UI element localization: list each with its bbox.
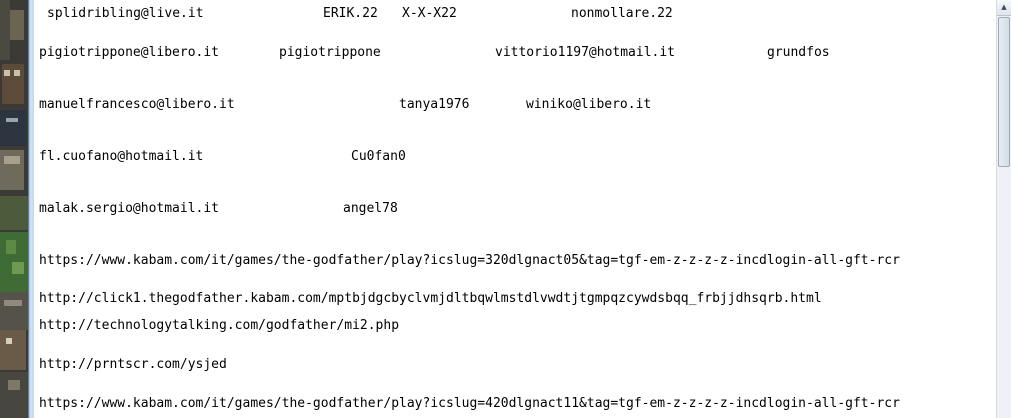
text-line: http://click1.thegodfather.kabam.com/mpt… xyxy=(39,291,822,307)
line-text: http://technologytalking.com/godfather/m… xyxy=(39,318,400,333)
line-text: vittorio1197@hotmail.it xyxy=(495,45,676,60)
line-text: https://www.kabam.com/it/games/the-godfa… xyxy=(39,396,900,411)
line-text: pigiotrippone xyxy=(279,45,381,60)
text-editor-area[interactable]: splidribling@live.it ERIK.22 X-X-X22 non… xyxy=(35,0,996,418)
text-line: splidribling@live.it ERIK.22 X-X-X22 non… xyxy=(39,6,673,22)
line-text: https://www.kabam.com/it/games/the-godfa… xyxy=(39,253,900,268)
line-text: nonmollare.22 xyxy=(571,6,673,21)
text-line: fl.cuofano@hotmail.it Cu0fan0 xyxy=(39,149,406,165)
text-line: http://technologytalking.com/godfather/m… xyxy=(39,318,399,334)
text-line: https://www.kabam.com/it/games/the-godfa… xyxy=(39,253,900,269)
screen: splidribling@live.it ERIK.22 X-X-X22 non… xyxy=(0,0,1011,418)
line-text: fl.cuofano@hotmail.it xyxy=(39,149,204,164)
line-text: pigiotrippone@libero.it xyxy=(39,45,220,60)
line-text: grundfos xyxy=(767,45,830,60)
text-line: pigiotrippone@libero.it pigiotrippone vi… xyxy=(39,45,830,61)
line-text: http://prntscr.com/ysjed xyxy=(39,357,227,372)
line-text: angel78 xyxy=(343,201,398,216)
text-line: https://www.kabam.com/it/games/the-godfa… xyxy=(39,396,900,412)
text-line: malak.sergio@hotmail.it angel78 xyxy=(39,201,398,217)
line-text: malak.sergio@hotmail.it xyxy=(39,201,220,216)
vertical-scrollbar[interactable]: ▲ xyxy=(996,0,1011,418)
line-text: manuelfrancesco@libero.it xyxy=(39,97,235,112)
line-text: X-X-X22 xyxy=(402,6,457,21)
line-text: winiko@libero.it xyxy=(526,97,652,112)
line-text: splidribling@live.it xyxy=(47,6,204,21)
window-frame xyxy=(28,0,34,418)
line-text: Cu0fan0 xyxy=(351,149,406,164)
line-text: http://click1.thegodfather.kabam.com/mpt… xyxy=(39,291,822,306)
text-line: manuelfrancesco@libero.it tanya1976 wini… xyxy=(39,97,651,113)
text-line: http://prntscr.com/ysjed xyxy=(39,357,227,373)
line-text: ERIK.22 xyxy=(323,6,378,21)
line-text: tanya1976 xyxy=(399,97,470,112)
scroll-up-arrow-icon[interactable]: ▲ xyxy=(997,0,1011,16)
background-game-window xyxy=(0,0,28,418)
scrollbar-thumb[interactable] xyxy=(998,17,1010,167)
game-city-image xyxy=(0,0,28,418)
